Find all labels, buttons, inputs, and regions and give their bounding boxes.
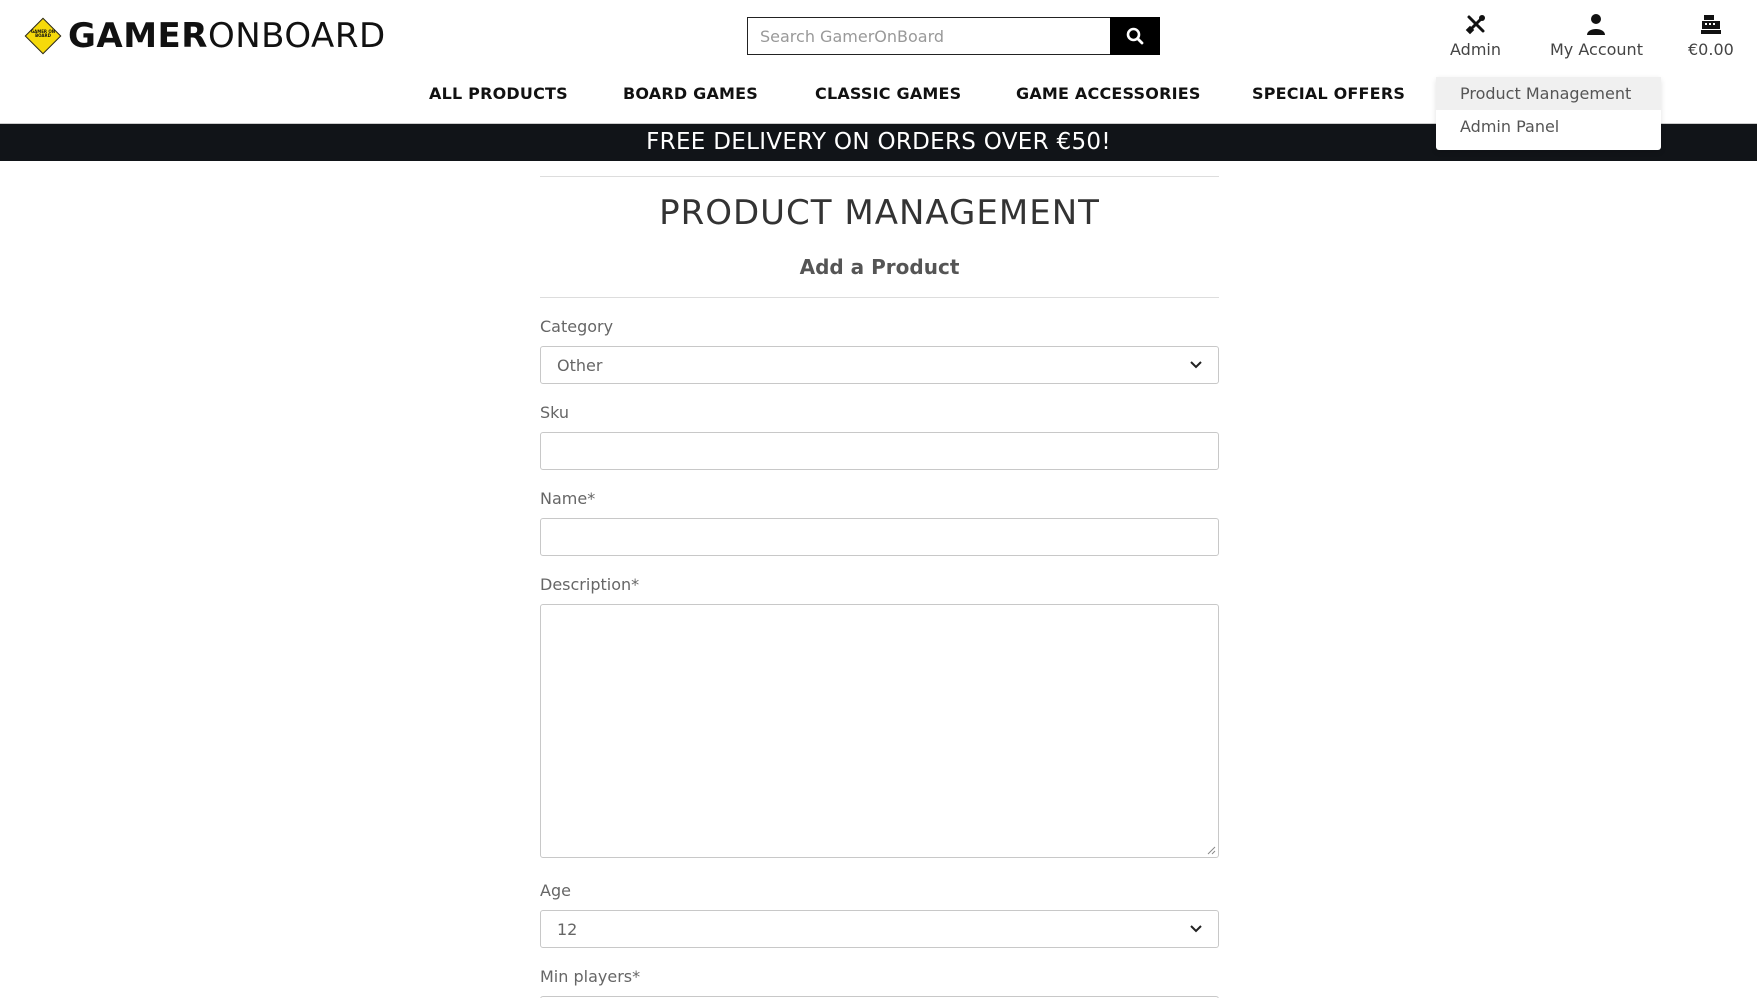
description-label: Description* [540,575,640,594]
add-product-form: Category Other Sku Name* Description* Ag… [540,316,1219,998]
category-label: Category [540,317,614,336]
name-label: Name* [540,489,596,508]
chevron-down-icon [1190,361,1202,369]
shopping-bag-link[interactable]: €0.00 [1688,12,1734,59]
my-account-label: My Account [1550,40,1643,59]
min-players-label: Min players* [540,967,641,986]
category-select[interactable]: Other [540,346,1219,384]
sku-input[interactable] [540,432,1219,470]
resize-handle-icon[interactable] [1206,845,1216,855]
divider [540,297,1219,298]
nav-all-products[interactable]: ALL PRODUCTS [429,84,568,103]
logo-text: GAMERONBOARD [68,16,386,56]
search-button[interactable] [1110,17,1160,55]
category-select-value: Other [557,355,603,375]
delivery-banner-text: FREE DELIVERY ON ORDERS OVER €50! [646,129,1111,155]
dropdown-item-product-management[interactable]: Product Management [1436,77,1661,110]
site-logo[interactable]: GAMER ON BOARD GAMERONBOARD [24,16,386,56]
divider [540,176,1219,177]
nav-game-accessories[interactable]: GAME ACCESSORIES [1016,84,1201,103]
page-title: PRODUCT MANAGEMENT [659,193,1100,233]
admin-label: Admin [1450,40,1501,59]
age-select[interactable]: 12 [540,910,1219,948]
main-content: PRODUCT MANAGEMENT Add a Product Categor… [540,176,1219,998]
search-input[interactable] [747,17,1110,55]
nav-board-games[interactable]: BOARD GAMES [623,84,758,103]
nav-classic-games[interactable]: CLASSIC GAMES [815,84,961,103]
tools-icon [1465,15,1485,35]
user-icon [1587,14,1606,35]
chevron-down-icon [1190,925,1202,933]
dropdown-item-admin-panel[interactable]: Admin Panel [1436,110,1661,143]
cash-register-icon [1700,15,1721,34]
description-textarea[interactable] [540,604,1219,858]
age-label: Age [540,881,571,900]
my-account-link[interactable]: My Account [1550,12,1643,59]
name-input[interactable] [540,518,1219,556]
age-select-value: 12 [557,919,578,939]
admin-menu-toggle[interactable]: Admin [1450,12,1501,59]
search-icon [1126,27,1144,45]
nav-special-offers[interactable]: SPECIAL OFFERS [1252,84,1405,103]
page-subtitle: Add a Product [799,255,960,279]
search-form [747,17,1160,55]
logo-badge-icon: GAMER ON BOARD [24,17,62,55]
sku-label: Sku [540,403,570,422]
logo-text-bold: GAMER [68,16,208,56]
bag-total: €0.00 [1688,40,1734,59]
admin-dropdown-menu: Product Management Admin Panel [1436,77,1661,150]
logo-text-light: ONBOARD [207,16,386,56]
